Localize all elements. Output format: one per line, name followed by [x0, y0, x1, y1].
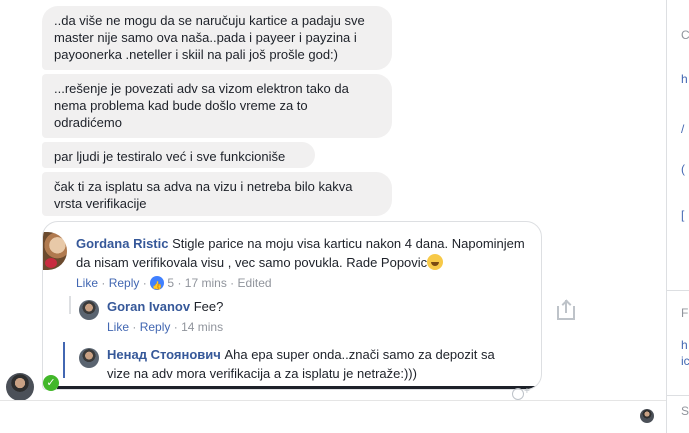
reply-item: Goran Ivanov Fee? Like · Reply · 14 mins	[107, 297, 223, 337]
comment-author[interactable]: Gordana Ristic	[76, 236, 168, 251]
panel-item[interactable]: S	[681, 404, 689, 418]
like-reaction-icon[interactable]	[150, 276, 165, 295]
shared-comment-card[interactable]: Gordana Ristic Stigle parice na moju vis…	[42, 221, 542, 390]
like-link[interactable]: Like	[107, 320, 129, 334]
reaction-plus: +	[524, 386, 530, 397]
comment-time[interactable]: 17 mins	[185, 276, 227, 290]
separator: ·	[230, 276, 235, 290]
reply-text-line1: Aha epa super onda..znači samo za depozi…	[224, 347, 495, 362]
comment-text-line1: Stigle parice na moju visa karticu nakon…	[172, 236, 525, 251]
reply-avatar[interactable]	[79, 300, 99, 320]
edited-label: Edited	[237, 276, 272, 290]
reply-avatar[interactable]	[79, 348, 99, 368]
seen-avatar	[640, 409, 654, 423]
message-line: vrsta verifikacije	[54, 196, 147, 211]
panel-item[interactable]: h	[681, 72, 688, 86]
sender-avatar[interactable]	[6, 373, 34, 401]
message-line: ...rešenje je povezati adv sa vizom elek…	[54, 81, 349, 96]
reply-text: Fee?	[193, 299, 224, 314]
panel-item[interactable]: (	[681, 162, 685, 176]
panel-item[interactable]: F	[681, 306, 688, 320]
message-bubble[interactable]: ...rešenje je povezati adv sa vizom elek…	[42, 74, 392, 138]
panel-item[interactable]: ic	[681, 354, 689, 368]
separator: ·	[142, 276, 147, 290]
commenter-avatar[interactable]	[43, 232, 67, 270]
smile-emoji-icon	[427, 254, 444, 270]
reaction-face	[512, 388, 524, 400]
online-check-icon: ✓	[43, 375, 59, 391]
reply-author[interactable]: Goran Ivanov	[107, 299, 190, 314]
reply-actions: Like · Reply · 14 mins	[107, 318, 223, 337]
message-line: ..da više ne mogu da se naručuju kartice…	[54, 13, 365, 28]
comment-actions: Like · Reply · 5 · 17 mins · Edited	[76, 274, 541, 295]
like-count[interactable]: 5	[167, 276, 174, 290]
message-line: čak ti za isplatu sa adva na vizu i netr…	[54, 179, 353, 194]
panel-item[interactable]: h	[681, 338, 688, 352]
card-bottom-bar	[57, 386, 541, 389]
separator: ·	[177, 276, 182, 290]
message-line: odradićemo	[54, 115, 122, 130]
reply-time[interactable]: 14 mins	[181, 320, 223, 334]
separator: ·	[101, 276, 106, 290]
message-bubble[interactable]: čak ti za isplatu sa adva na vizu i netr…	[42, 172, 392, 216]
like-link[interactable]: Like	[76, 276, 98, 290]
separator: ·	[173, 320, 178, 334]
reply-text-line2: vize na adv mora verifikacija a za ispla…	[107, 366, 417, 381]
message-line: payoonerka .neteller i skiil na pali još…	[54, 47, 338, 62]
composer-divider	[0, 400, 666, 401]
share-icon[interactable]	[557, 299, 575, 320]
conversation-panel: ..da više ne mogu da se naručuju kartice…	[0, 0, 666, 433]
separator: ·	[132, 320, 137, 334]
message-line: par ljudi je testiralo već i sve funkcio…	[54, 149, 286, 164]
reply-item: Ненад Стоянович Aha epa super onda..znač…	[107, 345, 537, 383]
message-bubble[interactable]: ..da više ne mogu da se naručuju kartice…	[42, 6, 392, 70]
reply-link[interactable]: Reply	[109, 276, 140, 290]
comment-body: Gordana Ristic Stigle parice na moju vis…	[76, 234, 541, 295]
reply-author[interactable]: Ненад Стоянович	[107, 347, 221, 362]
add-reaction-icon[interactable]: +	[509, 386, 531, 404]
panel-item[interactable]: C	[681, 28, 689, 42]
reply-thread-line	[69, 296, 71, 314]
reply-thread-line	[63, 342, 65, 378]
panel-item[interactable]: /	[681, 122, 684, 136]
avatar-flower	[45, 258, 57, 268]
panel-divider	[667, 395, 689, 396]
panel-divider	[667, 290, 689, 291]
message-line: master nije samo ova naša..pada i payeer…	[54, 30, 357, 45]
right-info-panel: C h / ( [ F h ic S	[666, 0, 689, 433]
message-bubble[interactable]: par ljudi je testiralo već i sve funkcio…	[42, 142, 315, 168]
comment-text-line2: da nisam verifikovala visu , vec samo po…	[76, 255, 428, 270]
message-line: nema problema kad bude došlo vreme za to	[54, 98, 308, 113]
reply-link[interactable]: Reply	[140, 320, 171, 334]
panel-item[interactable]: [	[681, 208, 684, 222]
